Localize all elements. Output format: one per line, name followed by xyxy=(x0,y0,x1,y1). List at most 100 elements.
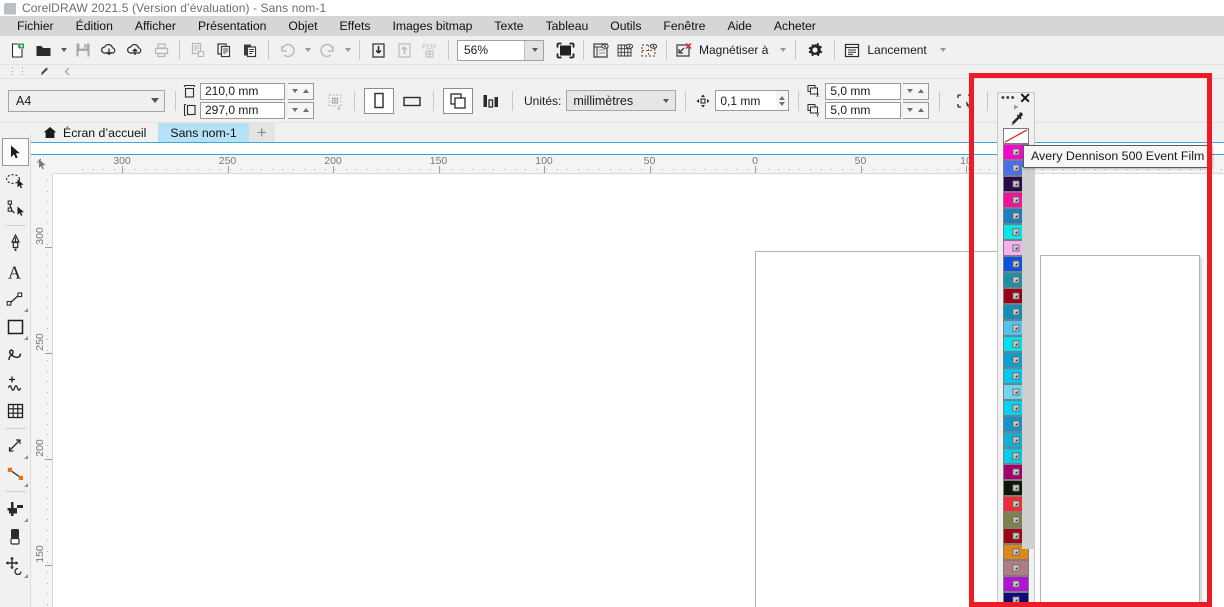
palette-scroll-up-button[interactable] xyxy=(998,103,1034,111)
copy-icon[interactable] xyxy=(211,38,237,62)
menu-item-fichier[interactable]: Fichier xyxy=(6,16,65,36)
tool-pen[interactable] xyxy=(2,229,29,257)
palette-close-icon[interactable]: ✕ xyxy=(1019,91,1031,105)
snap-disabled-icon[interactable] xyxy=(672,38,696,62)
tool-connector-flyout[interactable] xyxy=(23,483,28,487)
undo-arrow-icon[interactable] xyxy=(274,38,300,62)
page-size-dropdown-arrow[interactable] xyxy=(144,91,164,111)
palette-swatch[interactable] xyxy=(1003,576,1029,592)
page-size-select[interactable]: A4 xyxy=(8,89,165,112)
gear-options-icon[interactable] xyxy=(801,38,829,62)
paste-icon[interactable] xyxy=(237,38,263,62)
menu-item-tableau[interactable]: Tableau xyxy=(535,16,600,36)
snap-dropdown[interactable] xyxy=(774,38,790,62)
auto-fit-page-icon[interactable] xyxy=(320,89,350,113)
show-rulers-icon[interactable] xyxy=(589,38,613,62)
add-page-tab-button[interactable]: + xyxy=(248,123,275,142)
document-tabs[interactable]: Écran d’accueil Sans nom-1 + xyxy=(0,123,1224,143)
zoom-dropdown-arrow[interactable] xyxy=(524,40,543,60)
menu-item-afficher[interactable]: Afficher xyxy=(124,16,187,36)
vertical-ruler[interactable]: 300 250 200 150 xyxy=(31,174,53,607)
tool-shape[interactable] xyxy=(2,166,29,194)
no-color-swatch-icon[interactable] xyxy=(1003,128,1029,144)
tool-dimension[interactable] xyxy=(2,285,29,313)
launch-label[interactable]: Lancement xyxy=(867,43,926,57)
tool-artistic-media[interactable] xyxy=(2,369,29,397)
duplicate-x-input[interactable]: 5,0 mm xyxy=(825,82,902,100)
duplicate-x-spinner[interactable] xyxy=(903,82,930,100)
toolbox[interactable]: A xyxy=(0,135,31,607)
tab-document-sans-nom-1[interactable]: Sans nom-1 xyxy=(158,123,249,142)
tool-transform[interactable] xyxy=(2,495,29,523)
current-page-only-icon[interactable] xyxy=(476,88,506,114)
page-width-input[interactable]: 210,0 mm xyxy=(200,82,285,100)
palette-header[interactable]: ••• ✕ xyxy=(998,91,1034,105)
show-guides-icon[interactable] xyxy=(637,38,661,62)
menu-bar[interactable]: Fichier Édition Afficher Présentation Ob… xyxy=(0,16,1224,36)
menu-item-texte[interactable]: Texte xyxy=(483,16,534,36)
launch-dropdown[interactable] xyxy=(935,38,951,62)
menu-item-presentation[interactable]: Présentation xyxy=(187,16,277,36)
all-pages-icon[interactable] xyxy=(443,87,473,114)
palette-menu-dots-icon[interactable]: ••• xyxy=(1001,93,1016,104)
menu-item-outils[interactable]: Outils xyxy=(599,16,652,36)
palette-scroll-strip[interactable] xyxy=(1022,167,1035,549)
duplicate-y-spinner[interactable] xyxy=(903,101,930,119)
tool-eraser[interactable] xyxy=(2,523,29,551)
menu-item-aide[interactable]: Aide xyxy=(716,16,762,36)
standard-toolbar[interactable]: PDF 56% Magnétiser à Lancement xyxy=(0,36,1224,65)
undo-dropdown[interactable] xyxy=(300,38,314,62)
zoom-level-combo[interactable]: 56% xyxy=(457,39,544,61)
tool-node-edit[interactable] xyxy=(2,194,29,222)
menu-item-acheter[interactable]: Acheter xyxy=(763,16,827,36)
landscape-orientation-icon[interactable] xyxy=(397,88,427,114)
tool-parallel-dimension-flyout[interactable] xyxy=(23,455,28,459)
menu-item-effets[interactable]: Effets xyxy=(329,16,382,36)
ruler-origin-corner[interactable] xyxy=(31,155,53,174)
cloud-export-icon[interactable] xyxy=(122,38,148,62)
new-document-icon[interactable] xyxy=(4,38,30,62)
tool-connector[interactable] xyxy=(2,460,29,488)
redo-dropdown[interactable] xyxy=(340,38,354,62)
tool-freehand[interactable] xyxy=(2,341,29,369)
page-height-spinner[interactable] xyxy=(288,101,314,119)
tool-table[interactable] xyxy=(2,397,29,425)
menu-item-fenetre[interactable]: Fenêtre xyxy=(652,16,716,36)
units-select[interactable]: millimètres xyxy=(566,90,677,111)
open-folder-dropdown[interactable] xyxy=(56,38,70,62)
publish-pdf-icon[interactable]: PDF xyxy=(417,38,443,62)
nudge-spinner[interactable] xyxy=(776,90,790,111)
cloud-import-icon[interactable] xyxy=(96,38,122,62)
nudge-distance-input[interactable]: 0,1 mm xyxy=(715,90,778,111)
import-down-arrow-icon[interactable] xyxy=(365,38,391,62)
redo-arrow-icon[interactable] xyxy=(314,38,340,62)
property-bar[interactable]: A4 210,0 mm 297,0 mm Unités: millimètres… xyxy=(0,79,1224,123)
menu-item-objet[interactable]: Objet xyxy=(277,16,328,36)
tool-pick[interactable] xyxy=(1,138,29,166)
palette-swatch[interactable] xyxy=(1003,560,1029,576)
pen-small-icon[interactable] xyxy=(40,66,51,77)
document-page-2[interactable] xyxy=(1040,255,1200,607)
page-height-input[interactable]: 297,0 mm xyxy=(200,101,285,119)
tool-rectangle[interactable] xyxy=(2,313,29,341)
palette-eyedropper-button[interactable] xyxy=(998,111,1034,128)
chevron-left-small-icon[interactable] xyxy=(63,67,72,76)
snap-to-label[interactable]: Magnétiser à xyxy=(699,43,768,57)
page-width-spinner[interactable] xyxy=(288,82,314,100)
tool-parallel-dimension[interactable] xyxy=(2,432,29,460)
print-icon[interactable] xyxy=(148,38,174,62)
open-folder-icon[interactable] xyxy=(30,38,56,62)
tool-dimension-flyout[interactable] xyxy=(23,308,28,312)
document-page-1[interactable] xyxy=(755,251,1025,607)
zoom-level-value[interactable]: 56% xyxy=(458,43,524,57)
full-screen-preview-icon[interactable] xyxy=(552,38,578,62)
menu-item-images-bitmap[interactable]: Images bitmap xyxy=(381,16,483,36)
menu-item-edition[interactable]: Édition xyxy=(65,16,124,36)
drawing-canvas[interactable] xyxy=(53,174,1224,607)
show-grid-icon[interactable] xyxy=(613,38,637,62)
tool-free-transform[interactable] xyxy=(2,551,29,579)
tab-home[interactable]: Écran d’accueil xyxy=(31,123,159,142)
save-disk-icon[interactable] xyxy=(70,38,96,62)
edit-bounding-box-icon[interactable] xyxy=(949,88,979,114)
export-up-arrow-icon[interactable] xyxy=(391,38,417,62)
